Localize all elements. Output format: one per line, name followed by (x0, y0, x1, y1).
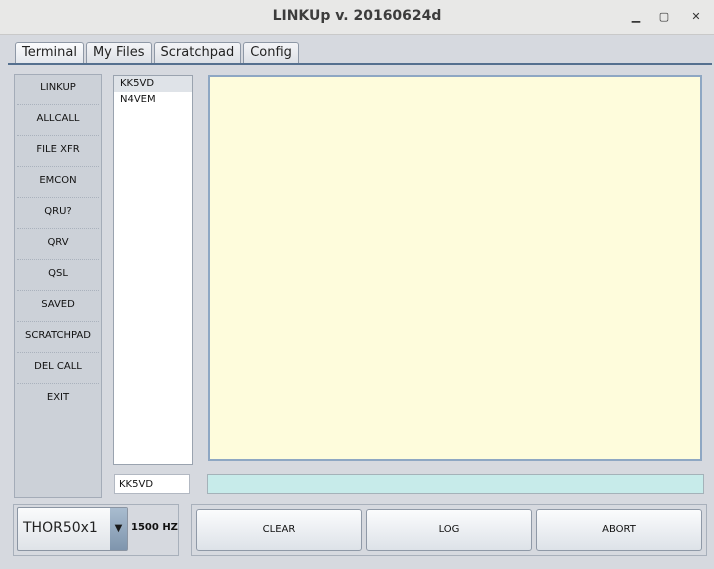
mode-value: THOR50x1 (23, 520, 98, 536)
clear-button[interactable]: CLEAR (196, 509, 362, 551)
callsign-list: KK5VD N4VEM (113, 75, 193, 465)
dropdown-arrow-icon[interactable]: ▼ (110, 508, 127, 550)
emcon-button[interactable]: EMCON (17, 168, 99, 198)
linkup-button[interactable]: LINKUP (17, 75, 99, 105)
tab-underline (8, 63, 712, 65)
command-column: LINKUP ALLCALL FILE XFR EMCON QRU? QRV Q… (14, 74, 102, 498)
callsign-item[interactable]: N4VEM (114, 92, 192, 108)
tab-my-files[interactable]: My Files (85, 42, 152, 63)
tab-config[interactable]: Config (243, 42, 299, 63)
del-call-button[interactable]: DEL CALL (17, 354, 99, 384)
qru-button[interactable]: QRU? (17, 199, 99, 229)
exit-button[interactable]: EXIT (17, 385, 99, 414)
qsl-button[interactable]: QSL (17, 261, 99, 291)
window-title: LINKUp v. 20160624d (272, 8, 442, 24)
saved-button[interactable]: SAVED (17, 292, 99, 322)
title-bar: LINKUp v. 20160624d ▁ ▢ ✕ (0, 0, 714, 35)
frequency-label: 1500 HZ (131, 522, 178, 533)
allcall-button[interactable]: ALLCALL (17, 106, 99, 136)
callsign-item[interactable]: KK5VD (114, 76, 192, 92)
app-window: LINKUp v. 20160624d ▁ ▢ ✕ Terminal My Fi… (0, 0, 714, 569)
close-icon[interactable]: ✕ (687, 8, 705, 26)
minimize-icon[interactable]: ▁ (627, 8, 645, 26)
qrv-button[interactable]: QRV (17, 230, 99, 260)
tab-terminal[interactable]: Terminal (15, 42, 84, 64)
maximize-icon[interactable]: ▢ (655, 8, 673, 26)
file-xfr-button[interactable]: FILE XFR (17, 137, 99, 167)
scratchpad-button[interactable]: SCRATCHPAD (17, 323, 99, 353)
tab-bar: Terminal My Files Scratchpad Config (15, 42, 301, 64)
log-button[interactable]: LOG (366, 509, 532, 551)
abort-button[interactable]: ABORT (536, 509, 702, 551)
mode-select[interactable]: THOR50x1 ▼ (17, 507, 128, 551)
message-input[interactable] (207, 474, 704, 494)
terminal-text-area[interactable] (208, 75, 702, 461)
selected-callsign-field[interactable]: KK5VD (114, 474, 190, 494)
tab-scratchpad[interactable]: Scratchpad (153, 42, 242, 63)
